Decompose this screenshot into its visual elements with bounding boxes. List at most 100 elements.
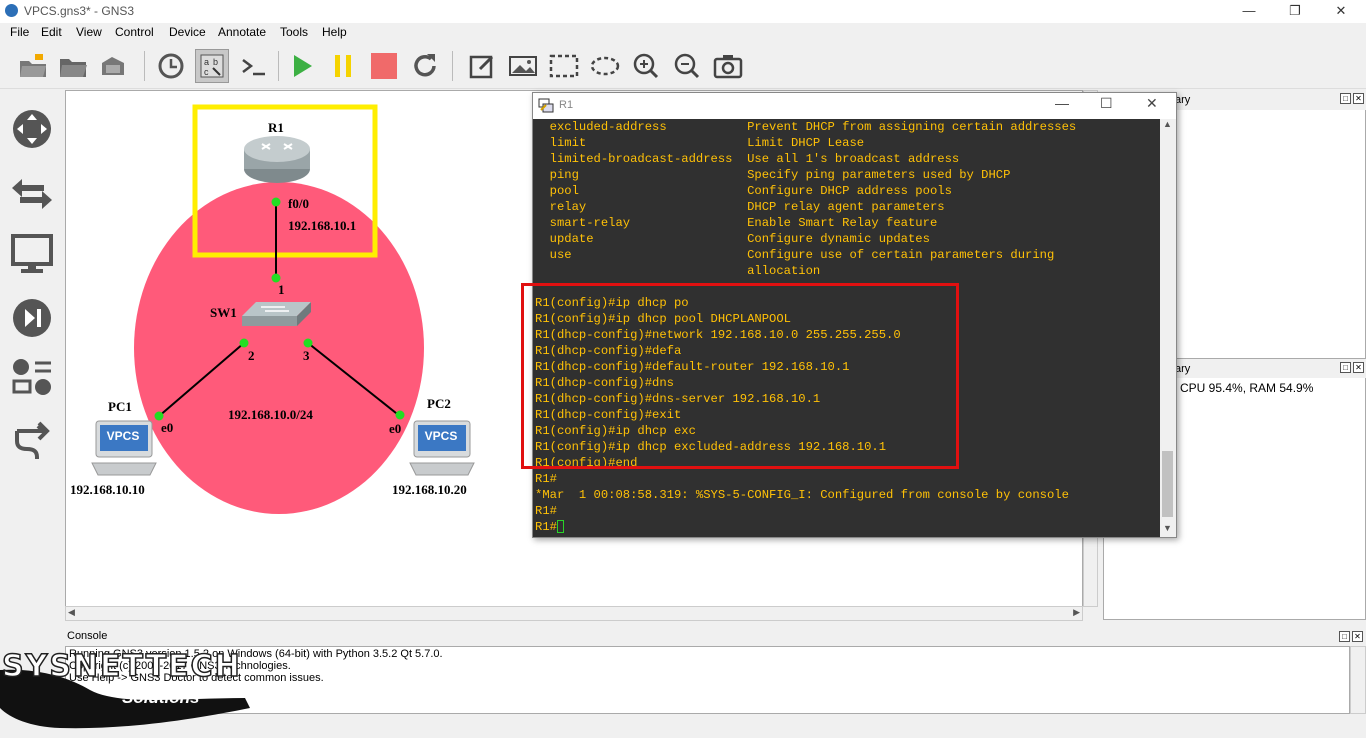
suspend-icon[interactable]	[326, 49, 360, 83]
network-ellipse[interactable]	[134, 182, 424, 514]
close-console-button[interactable]: ✕	[1352, 631, 1363, 642]
pc2-port-label: e0	[389, 421, 402, 436]
canvas-horizontal-scrollbar[interactable]: ◀ ▶	[65, 606, 1083, 621]
link-dot	[303, 338, 313, 348]
topology-summary-title: ary	[1175, 94, 1191, 106]
link-dot	[271, 197, 281, 207]
commands-highlight-box	[521, 283, 959, 469]
router-console-window[interactable]: R1 — ☐ ✕ excluded-address Prevent DHCP f…	[521, 92, 1177, 538]
menu-annotate[interactable]: Annotate	[218, 25, 266, 39]
routers-icon[interactable]	[10, 107, 54, 151]
r1-ip-label: 192.168.10.1	[288, 218, 357, 233]
terminal-line: ping Specify ping parameters used by DHC…	[535, 168, 1011, 182]
menu-file[interactable]: File	[10, 25, 29, 39]
servers-summary-title: ary	[1175, 363, 1191, 375]
console-minimize-button[interactable]: —	[1055, 95, 1069, 111]
float-panel-button[interactable]: □	[1340, 362, 1351, 373]
svg-text:c: c	[204, 67, 209, 77]
zoom-in-icon[interactable]	[629, 49, 663, 83]
scroll-up-icon[interactable]: ▲	[1163, 119, 1172, 129]
router-r1-icon[interactable]	[244, 136, 310, 183]
sw1-port3-label: 3	[303, 348, 310, 363]
menu-help[interactable]: Help	[322, 25, 347, 39]
link-dot	[395, 410, 405, 420]
float-panel-button[interactable]: □	[1340, 93, 1351, 104]
terminal-line: pool Configure DHCP address pools	[535, 184, 952, 198]
terminal-scrollbar[interactable]: ▲ ▼	[1160, 119, 1176, 537]
sysnettech-watermark: SYSNETTECH Solutions	[0, 648, 300, 738]
menu-edit[interactable]: Edit	[41, 25, 62, 39]
sw1-port1-label: 1	[278, 282, 285, 297]
title-bar: VPCS.gns3* - GNS3 — ❐ ✕	[0, 0, 1366, 23]
console-scrollbar[interactable]	[1350, 646, 1366, 714]
history-icon[interactable]	[154, 49, 188, 83]
sw1-label: SW1	[210, 305, 237, 320]
open-folder-icon[interactable]	[16, 49, 50, 83]
terminal-line: R1#	[535, 472, 557, 486]
terminal-line: smart-relay Enable Smart Relay feature	[535, 216, 938, 230]
console-header: Console □ ✕	[65, 628, 1366, 646]
reload-icon[interactable]	[408, 49, 442, 83]
close-panel-button[interactable]: ✕	[1353, 93, 1364, 104]
pc2-vpcs-badge: VPCS	[424, 429, 458, 443]
pc2-ip-label: 192.168.10.20	[392, 482, 467, 497]
svg-text:a: a	[204, 57, 209, 67]
zoom-out-icon[interactable]	[670, 49, 704, 83]
network-label: 192.168.10.0/24	[228, 407, 313, 422]
stop-icon[interactable]	[367, 49, 401, 83]
terminal-cursor	[556, 520, 564, 534]
menu-tools[interactable]: Tools	[280, 25, 308, 39]
pc1-port-label: e0	[161, 420, 174, 435]
terminal-prompt-text: R1#	[535, 520, 557, 534]
link-dot	[239, 338, 249, 348]
r1-label: R1	[268, 120, 284, 135]
insert-picture-icon[interactable]	[506, 49, 540, 83]
terminal-line: update Configure dynamic updates	[535, 232, 930, 246]
close-panel-button[interactable]: ✕	[1353, 362, 1364, 373]
pc1-vpcs-badge: VPCS	[106, 429, 140, 443]
draw-rectangle-icon[interactable]	[547, 49, 581, 83]
window-title: VPCS.gns3* - GNS3	[24, 4, 135, 18]
scroll-right-icon[interactable]: ▶	[1073, 607, 1080, 618]
menu-view[interactable]: View	[76, 25, 102, 39]
end-devices-icon[interactable]	[10, 232, 54, 276]
snapshot-icon[interactable]	[96, 49, 130, 83]
terminal-line: use Configure use of certain parameters …	[535, 248, 1055, 262]
terminal-line: *Mar 1 00:08:58.319: %SYS-5-CONFIG_I: Co…	[535, 488, 1069, 502]
r1-port-label: f0/0	[288, 196, 309, 211]
watermark-tagline: Solutions	[122, 688, 200, 707]
screenshot-icon[interactable]	[711, 49, 745, 83]
menu-device[interactable]: Device	[169, 25, 206, 39]
menu-control[interactable]: Control	[115, 25, 154, 39]
terminal-line: limit Limit DHCP Lease	[535, 136, 865, 150]
draw-ellipse-icon[interactable]	[588, 49, 622, 83]
console-close-button[interactable]: ✕	[1146, 95, 1158, 112]
minimize-button[interactable]: —	[1226, 0, 1272, 23]
pc2-label: PC2	[427, 396, 451, 411]
restore-button[interactable]: ❐	[1272, 0, 1318, 23]
show-interface-labels-icon[interactable]: abc	[195, 49, 229, 83]
security-devices-icon[interactable]	[10, 296, 54, 340]
start-icon[interactable]	[285, 49, 319, 83]
putty-icon	[538, 98, 554, 113]
pc1-ip-label: 192.168.10.10	[70, 482, 145, 497]
all-devices-icon[interactable]	[10, 356, 54, 400]
open-file-icon[interactable]	[56, 49, 90, 83]
add-note-icon[interactable]	[465, 49, 499, 83]
scroll-down-icon[interactable]: ▼	[1163, 523, 1172, 533]
close-button[interactable]: ✕	[1318, 0, 1364, 23]
float-console-button[interactable]: □	[1339, 631, 1350, 642]
switches-icon[interactable]	[10, 172, 54, 216]
console-maximize-button[interactable]: ☐	[1100, 95, 1113, 112]
main-toolbar: abc	[0, 43, 1366, 89]
console-icon[interactable]	[236, 49, 270, 83]
terminal-line: relay DHCP relay agent parameters	[535, 200, 945, 214]
console-window-titlebar: R1 — ☐ ✕	[533, 93, 1176, 119]
terminal-prompt[interactable]: R1#	[535, 519, 1160, 535]
console-window-title: R1	[559, 99, 574, 111]
add-link-icon[interactable]	[10, 420, 54, 464]
terminal-scroll-thumb[interactable]	[1162, 451, 1173, 517]
scroll-left-icon[interactable]: ◀	[68, 607, 75, 618]
terminal-line: limited-broadcast-address Use all 1's br…	[535, 152, 960, 166]
menu-bar: File Edit View Control Device Annotate T…	[0, 23, 1366, 43]
